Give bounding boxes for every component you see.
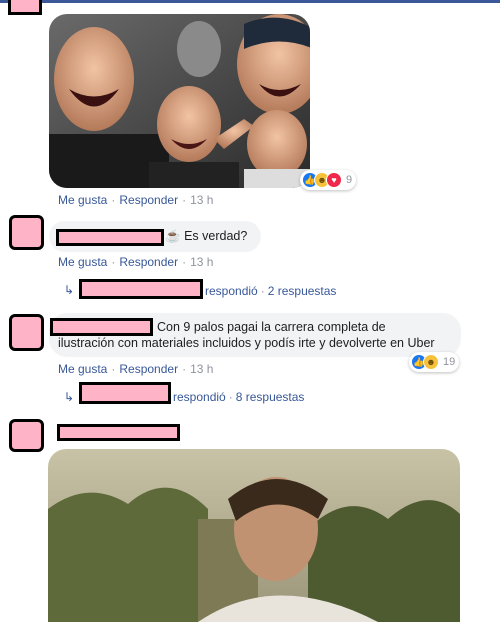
- redacted-avatar[interactable]: [9, 314, 44, 351]
- reply-button[interactable]: Responder: [119, 362, 178, 376]
- timestamp[interactable]: 13 h: [190, 255, 213, 269]
- comment-image[interactable]: [48, 449, 460, 622]
- comment-text-line-1: Con 9 palos pagai la carrera completa de: [157, 320, 386, 334]
- like-button[interactable]: Me gusta: [58, 255, 107, 269]
- view-replies-link[interactable]: respondió · 2 respuestas: [205, 284, 336, 298]
- timestamp[interactable]: 13 h: [190, 193, 213, 207]
- reaction-count: 19: [443, 356, 456, 368]
- redacted-avatar[interactable]: [9, 419, 44, 452]
- laughing-man-photo: [49, 14, 310, 188]
- redacted-name: [8, 0, 42, 15]
- like-button[interactable]: Me gusta: [58, 362, 107, 376]
- redacted-name[interactable]: [79, 382, 171, 404]
- reactions-badge[interactable]: 👍 ☻ ♥ 9: [300, 170, 357, 190]
- reply-button[interactable]: Responder: [119, 193, 178, 207]
- comment-actions: Me gusta · Responder · 13 h: [58, 362, 214, 376]
- reactions-badge[interactable]: 👍 ☻ 19: [409, 352, 460, 372]
- comment-actions: Me gusta · Responder · 13 h: [58, 193, 214, 207]
- redacted-name[interactable]: [56, 229, 164, 246]
- view-replies-link[interactable]: respondió · 8 respuestas: [173, 390, 304, 404]
- redacted-avatar[interactable]: [9, 215, 44, 250]
- reply-button[interactable]: Responder: [119, 255, 178, 269]
- love-icon: ♥: [326, 172, 342, 188]
- reply-arrow-icon: ↳: [64, 283, 75, 297]
- reply-arrow-icon: ↳: [64, 390, 75, 404]
- comment-actions: Me gusta · Responder · 13 h: [58, 255, 214, 269]
- top-divider: [0, 0, 500, 3]
- haha-icon: ☻: [423, 354, 439, 370]
- timestamp[interactable]: 13 h: [190, 362, 213, 376]
- comment-text-line-2: ilustración con materiales incluidos y p…: [58, 336, 435, 350]
- like-button[interactable]: Me gusta: [58, 193, 107, 207]
- reaction-count: 9: [346, 174, 353, 186]
- redacted-name[interactable]: [57, 424, 180, 441]
- movie-still-photo: [48, 449, 460, 622]
- comment-image[interactable]: [49, 14, 310, 188]
- redacted-name[interactable]: [50, 318, 153, 336]
- comment-text: ☕ Es verdad?: [165, 229, 248, 243]
- coffee-icon: ☕: [165, 229, 181, 243]
- redacted-name[interactable]: [79, 279, 203, 299]
